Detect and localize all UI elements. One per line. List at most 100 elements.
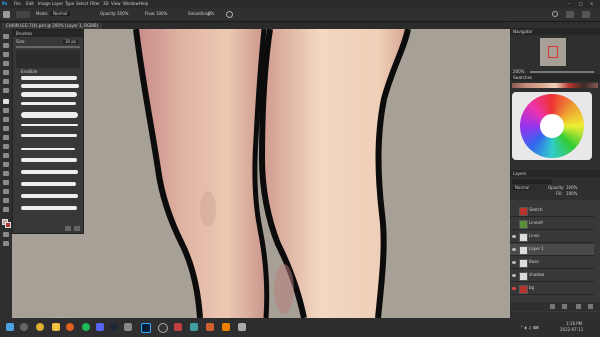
brush-preset-4[interactable]	[21, 102, 76, 105]
brush-preset-8[interactable]	[21, 148, 75, 150]
menu-help[interactable]: Help	[139, 2, 148, 6]
menu-window[interactable]: Window	[123, 2, 139, 6]
new-brush-button[interactable]	[65, 226, 71, 231]
visibility-eye-icon[interactable]	[512, 248, 516, 251]
brush-preset-2[interactable]	[21, 84, 79, 88]
layer-fill-field[interactable]: 100%	[566, 192, 577, 196]
brush-tool-icon[interactable]	[3, 11, 10, 18]
layer-row-lineart[interactable]: Lineart	[510, 218, 594, 230]
brush-preset-6[interactable]	[21, 124, 78, 126]
layer-row-base[interactable]: Base	[510, 257, 594, 269]
background-color-swatch[interactable]	[5, 222, 11, 228]
vlc-icon[interactable]	[222, 323, 230, 331]
firefox-icon[interactable]	[66, 323, 74, 331]
path-select-tool-icon[interactable]	[3, 180, 9, 185]
navigator-zoom-slider[interactable]	[530, 71, 594, 73]
zoom-tool-icon[interactable]	[3, 207, 9, 212]
size-slider[interactable]	[16, 46, 80, 48]
canvas-area[interactable]	[12, 29, 510, 318]
taskbar-time[interactable]: 3:16 PM	[566, 322, 582, 326]
photoshop-taskbar-icon[interactable]	[141, 323, 151, 333]
visibility-eye-icon[interactable]	[512, 235, 516, 238]
blur-tool-icon[interactable]	[3, 144, 9, 149]
size-field[interactable]: 30 px	[63, 40, 79, 44]
eyedropper-tool-icon[interactable]	[3, 79, 9, 84]
flow-field[interactable]: 100%	[156, 12, 167, 16]
brush-preset-13[interactable]	[21, 206, 77, 210]
layer-row-shadow[interactable]: shadow	[510, 270, 594, 282]
maximize-icon[interactable]: □	[579, 2, 583, 6]
healing-tool-icon[interactable]	[3, 88, 9, 93]
add-mask-icon[interactable]	[562, 304, 567, 309]
brush-preset-1[interactable]	[21, 76, 77, 80]
system-tray-icons[interactable]: ⌃ ◖ ♫ ⌨	[520, 326, 539, 330]
close-icon[interactable]: ✕	[590, 2, 593, 6]
app-icon-3[interactable]	[190, 323, 198, 331]
gear-icon[interactable]	[226, 11, 233, 18]
brush-preset-5[interactable]	[21, 112, 78, 118]
link-layers-icon[interactable]	[550, 304, 555, 309]
menu-layer[interactable]: Layer	[52, 2, 63, 6]
visibility-eye-icon[interactable]	[512, 261, 516, 264]
layer-opacity-field[interactable]: 100%	[566, 186, 577, 190]
visibility-eye-icon[interactable]	[512, 287, 516, 290]
trash-icon[interactable]	[588, 304, 593, 309]
layer-row-bg[interactable]: bg	[510, 283, 594, 295]
search-icon[interactable]	[20, 323, 28, 331]
layer-blend-mode[interactable]: Normal	[513, 186, 532, 190]
brush-tip-presets[interactable]	[16, 50, 80, 68]
chrome-icon[interactable]	[36, 323, 44, 331]
gradient-tool-icon[interactable]	[3, 135, 9, 140]
minimize-icon[interactable]: –	[568, 2, 570, 6]
crop-tool-icon[interactable]	[3, 70, 9, 75]
share-icon[interactable]	[582, 11, 590, 18]
quick-mask-icon[interactable]	[3, 232, 9, 237]
smoothing-field[interactable]: 0%	[208, 12, 214, 16]
lasso-tool-icon[interactable]	[3, 52, 9, 57]
history-brush-tool-icon[interactable]	[3, 117, 9, 122]
brush-preset-3[interactable]	[21, 92, 77, 97]
shape-tool-icon[interactable]	[3, 189, 9, 194]
layer-filter-field[interactable]	[512, 179, 552, 184]
menu-file[interactable]: File	[14, 2, 21, 6]
swatch-row[interactable]	[512, 83, 598, 88]
search-icon[interactable]	[552, 11, 558, 17]
move-tool-icon[interactable]	[3, 34, 9, 39]
eraser-tool-icon[interactable]	[3, 126, 9, 131]
layer-row-sketch[interactable]: Sketch	[510, 205, 594, 217]
brush-preset-9[interactable]	[21, 158, 77, 162]
dodge-tool-icon[interactable]	[3, 153, 9, 158]
menu-type[interactable]: Type	[65, 2, 74, 6]
app-icon-5[interactable]	[238, 323, 246, 331]
visibility-eye-icon[interactable]	[512, 274, 516, 277]
hand-tool-icon[interactable]	[3, 198, 9, 203]
file-explorer-icon[interactable]	[52, 323, 60, 331]
discord-icon[interactable]	[96, 323, 104, 331]
app-icon-4[interactable]	[206, 323, 214, 331]
app-icon-2[interactable]	[174, 323, 182, 331]
brush-preset-7[interactable]	[21, 134, 77, 137]
menu-view[interactable]: View	[111, 2, 121, 6]
brush-preset-10[interactable]	[21, 170, 78, 174]
type-tool-icon[interactable]	[3, 171, 9, 176]
screen-mode-icon[interactable]	[3, 241, 9, 246]
brush-preset-picker[interactable]	[16, 11, 30, 18]
brush-tool-icon[interactable]	[3, 99, 9, 104]
opacity-field[interactable]: 100%	[117, 12, 128, 16]
menu-3d[interactable]: 3D	[103, 2, 109, 6]
mode-select[interactable]: Normal	[50, 12, 71, 16]
new-layer-icon[interactable]	[576, 304, 581, 309]
menu-image[interactable]: Image	[38, 2, 51, 6]
menu-select[interactable]: Select	[76, 2, 88, 6]
windows-start-icon[interactable]	[6, 323, 14, 331]
layer-row-layer-1[interactable]: Layer 1	[510, 244, 594, 256]
navigator-preview[interactable]	[540, 38, 566, 66]
delete-brush-icon[interactable]	[74, 226, 80, 231]
menu-edit[interactable]: Edit	[26, 2, 34, 6]
pen-tool-icon[interactable]	[3, 162, 9, 167]
color-wheel-swatches[interactable]	[512, 92, 592, 160]
marquee-tool-icon[interactable]	[3, 43, 9, 48]
steam-icon[interactable]	[110, 323, 118, 331]
stamp-tool-icon[interactable]	[3, 108, 9, 113]
brush-preset-12[interactable]	[21, 194, 78, 198]
